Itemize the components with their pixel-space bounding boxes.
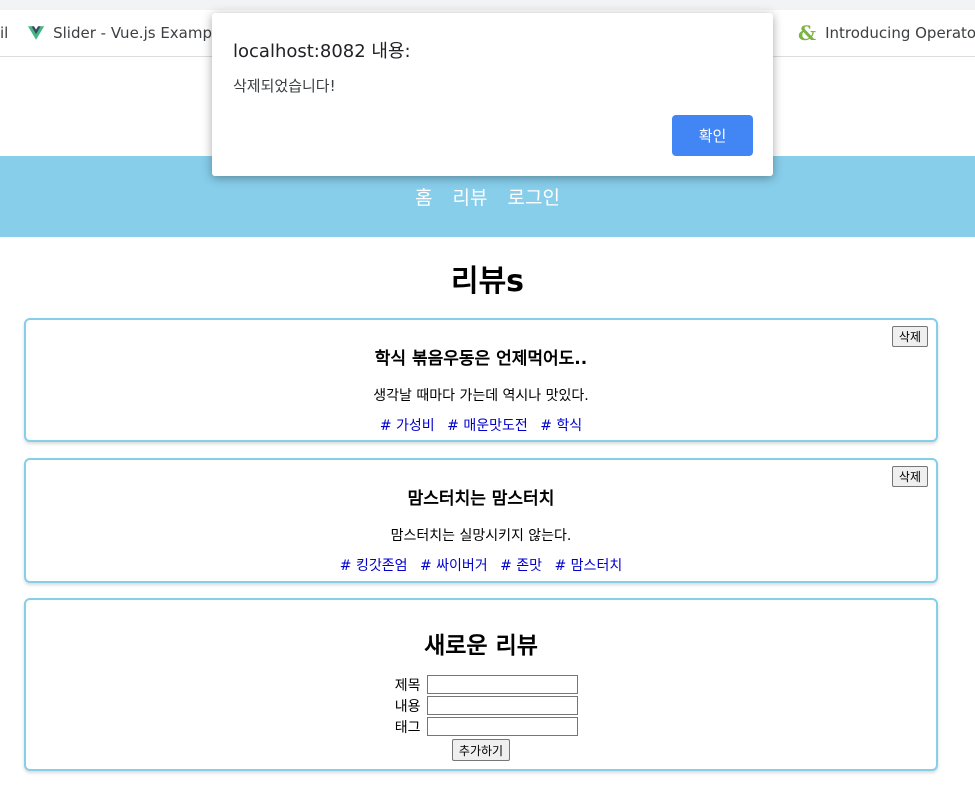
tab-strip-edge bbox=[0, 0, 975, 10]
nav-login[interactable]: 로그인 bbox=[508, 183, 560, 210]
title-input[interactable] bbox=[426, 675, 578, 694]
delete-button[interactable]: 삭제 bbox=[891, 326, 928, 347]
form-fields: 제목 내용 태그 bbox=[26, 674, 936, 737]
bookmark-operator[interactable]: & Introducing Operato bbox=[798, 20, 975, 46]
new-review-form: 새로운 리뷰 제목 내용 태그 추가하기 bbox=[24, 598, 938, 771]
review-tag[interactable]: # 킹갓존엄 bbox=[340, 558, 408, 574]
page-title: 리뷰s bbox=[450, 264, 525, 299]
alert-title: localhost:8082 내용: bbox=[233, 41, 411, 62]
tags-row: 태그 bbox=[26, 716, 936, 737]
title-row: 제목 bbox=[26, 674, 936, 695]
review-tag[interactable]: # 맘스터치 bbox=[555, 558, 623, 574]
ampersand-icon: & bbox=[798, 21, 817, 45]
review-tag[interactable]: # 가성비 bbox=[380, 418, 435, 434]
new-review-heading: 새로운 리뷰 bbox=[424, 633, 538, 659]
add-review-button[interactable]: 추가하기 bbox=[451, 739, 511, 761]
nav-home[interactable]: 홈 bbox=[415, 183, 432, 210]
alert-dialog: localhost:8082 내용: 삭제되었습니다! 확인 bbox=[212, 13, 773, 176]
tags-label: 태그 bbox=[394, 719, 421, 736]
bookmark-gmail[interactable]: il bbox=[0, 20, 8, 46]
title-label: 제목 bbox=[394, 677, 421, 694]
content-input[interactable] bbox=[426, 696, 578, 715]
review-content: 생각날 때마다 가는데 역시나 맛있다. bbox=[373, 388, 589, 404]
bookmark-operator-label: Introducing Operato bbox=[825, 24, 975, 42]
review-tags: # 가성비 # 매운맛도전 # 학식 bbox=[26, 415, 936, 435]
review-tags: # 킹갓존엄 # 싸이버거 # 존맛 # 맘스터치 bbox=[26, 555, 936, 575]
review-tag[interactable]: # 학식 bbox=[540, 418, 582, 434]
bookmark-vue-label: Slider - Vue.js Examp bbox=[53, 24, 212, 42]
bookmark-gmail-label: il bbox=[0, 24, 9, 42]
alert-ok-button[interactable]: 확인 bbox=[672, 115, 753, 156]
nav-reviews[interactable]: 리뷰 bbox=[453, 183, 488, 210]
review-tag[interactable]: # 싸이버거 bbox=[420, 558, 488, 574]
review-tag[interactable]: # 매운맛도전 bbox=[447, 418, 528, 434]
alert-message: 삭제되었습니다! bbox=[233, 77, 336, 95]
review-title: 맘스터치는 맘스터치 bbox=[407, 489, 555, 509]
review-card: 삭제 맘스터치는 맘스터치 맘스터치는 실망시키지 않는다. # 킹갓존엄 # … bbox=[24, 458, 938, 583]
bookmark-vue-slider[interactable]: Slider - Vue.js Examp bbox=[28, 20, 212, 46]
content-row: 내용 bbox=[26, 695, 936, 716]
tags-input[interactable] bbox=[426, 717, 578, 736]
content-label: 내용 bbox=[394, 698, 421, 715]
review-content: 맘스터치는 실망시키지 않는다. bbox=[390, 528, 572, 544]
vue-logo-icon bbox=[28, 26, 45, 40]
review-title: 학식 볶음우동은 언제먹어도.. bbox=[374, 349, 588, 369]
review-tag[interactable]: # 존맛 bbox=[500, 558, 542, 574]
delete-button[interactable]: 삭제 bbox=[891, 466, 928, 487]
review-card: 삭제 학식 볶음우동은 언제먹어도.. 생각날 때마다 가는데 역시나 맛있다.… bbox=[24, 318, 938, 442]
